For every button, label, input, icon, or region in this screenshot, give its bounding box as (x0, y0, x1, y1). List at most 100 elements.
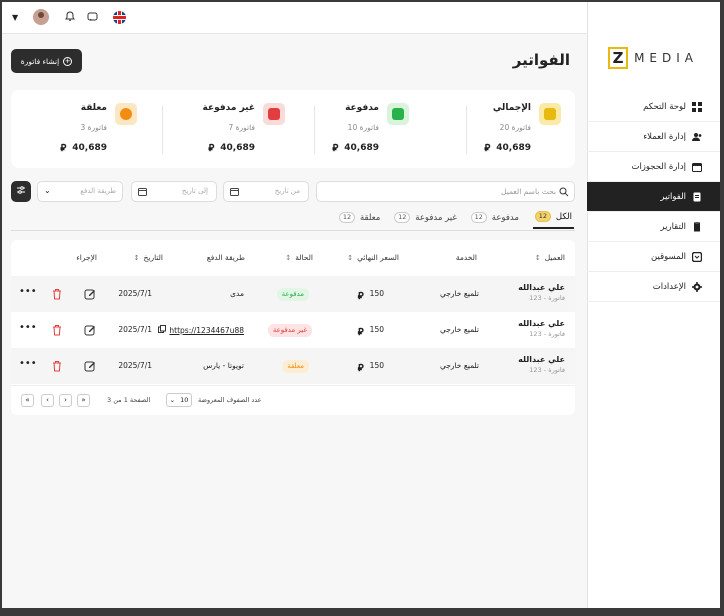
stat-total: الإجمالي 20 فاتورة ⃁ 40,689 (434, 90, 575, 168)
col-final-price[interactable]: السعر النهائي ↕ (347, 253, 399, 262)
stat-divider (314, 106, 315, 154)
paid-icon (387, 103, 409, 125)
sort-icon: ↕ (347, 253, 354, 262)
stat-amount: 40,689 (344, 142, 379, 153)
stats-card: الإجمالي 20 فاتورة ⃁ 40,689 مدفوعة 10 فات… (11, 90, 575, 168)
payment-link[interactable]: https://1234467u88 (169, 326, 244, 335)
next-page-button[interactable]: › (59, 394, 72, 407)
stat-subtitle: 20 فاتورة (499, 123, 531, 132)
from-date-placeholder: من تاريخ (274, 187, 300, 195)
search-placeholder: بحث باسم العميل (501, 187, 556, 196)
sidebar-item-dashboard[interactable]: لوحة التحكم (587, 92, 720, 122)
stat-title: الإجمالي (492, 103, 531, 113)
sidebar-item-label: الإعدادات (652, 281, 686, 292)
stat-value: ⃁ 40,689 (332, 141, 379, 155)
count-badge: 12 (394, 212, 411, 223)
from-date-field[interactable]: من تاريخ (223, 181, 309, 202)
sidebar-item-marketers[interactable]: المسوقين (587, 242, 720, 272)
copy-icon[interactable] (158, 325, 167, 335)
col-label: الحالة (295, 253, 313, 262)
table-row[interactable]: علي عبدالله فاتورة - 123 تلميع خارجي ⃁ 15… (11, 312, 575, 348)
to-date-placeholder: إلى تاريخ (181, 187, 208, 195)
chat-icon[interactable] (87, 11, 98, 25)
marketer-icon (691, 251, 703, 262)
delete-icon[interactable] (51, 324, 63, 336)
status-badge: غير مدفوعة (267, 324, 312, 337)
rows-per-page-value: 10 (180, 396, 189, 404)
price-value: 150 (369, 361, 384, 370)
top-bar: ▼ (2, 2, 587, 34)
sidebar-item-invoices[interactable]: الفواتير (587, 182, 720, 212)
invoice-number: فاتورة - 123 (529, 366, 565, 374)
edit-icon[interactable] (84, 324, 96, 336)
stat-title: غير مدفوعة (202, 103, 255, 113)
delete-icon[interactable] (51, 288, 63, 300)
price-cell: ⃁ 150 (358, 361, 384, 374)
avatar[interactable] (33, 9, 49, 25)
riyal-icon: ⃁ (484, 143, 491, 154)
table-row[interactable]: علي عبدالله فاتورة - 123 تلميع خارجي ⃁ 15… (11, 348, 575, 384)
payment-method-select[interactable]: طريقة الدفع ⌄ (37, 181, 123, 202)
delete-icon[interactable] (51, 360, 63, 372)
app-frame: ▼ Z MEDIA لوحة التحكم إدارة العملاء إدار… (2, 2, 720, 608)
sidebar-item-customers[interactable]: إدارة العملاء (587, 122, 720, 152)
more-icon[interactable]: ••• (19, 286, 37, 298)
pagination: « ‹ › » الصفحة 1 من 3 ⌄ 10 عدد الصفوف ال… (11, 385, 575, 411)
create-invoice-button[interactable]: إنشاء فاتورة + (11, 49, 82, 73)
language-flag-icon[interactable] (113, 11, 126, 24)
col-customer[interactable]: العميل ↕ (535, 253, 565, 262)
filter-button[interactable] (11, 181, 31, 202)
col-label: الخدمة (455, 253, 477, 262)
col-date[interactable]: التاريخ ↕ (134, 253, 163, 262)
table-row[interactable]: علي عبدالله فاتورة - 123 تلميع خارجي ⃁ 15… (11, 276, 575, 312)
prev-page-button[interactable]: ‹ (41, 394, 54, 407)
sidebar-item-label: إدارة العملاء (643, 131, 686, 142)
search-input[interactable]: بحث باسم العميل (316, 181, 575, 202)
sidebar-item-bookings[interactable]: إدارة الحجوزات (587, 152, 720, 182)
price-cell: ⃁ 150 (358, 325, 384, 338)
stat-divider (162, 106, 163, 154)
tab-label: معلقة (359, 212, 381, 223)
edit-icon[interactable] (84, 360, 96, 372)
tab-pending[interactable]: معلقة 12 (338, 211, 381, 229)
col-status[interactable]: الحالة ↕ (285, 253, 313, 262)
last-page-button[interactable]: » (77, 394, 90, 407)
first-page-button[interactable]: « (21, 394, 34, 407)
tab-all[interactable]: الكل 12 (532, 211, 574, 229)
customer-name: علي عبدالله (518, 355, 565, 364)
tab-unpaid[interactable]: غير مدفوعة 12 (394, 211, 457, 229)
chevron-down-icon[interactable]: ▼ (12, 13, 18, 22)
edit-icon[interactable] (84, 288, 96, 300)
customer-name: علي عبدالله (518, 283, 565, 292)
col-label: السعر النهائي (357, 253, 399, 262)
to-date-field[interactable]: إلى تاريخ (131, 181, 217, 202)
rows-per-page-label: عدد الصفوف المعروضة (198, 396, 262, 404)
stat-pending: معلقة 3 فاتورة ⃁ 40,689 (10, 90, 151, 168)
more-icon[interactable]: ••• (19, 322, 37, 334)
stat-unpaid: غير مدفوعة 7 فاتورة ⃁ 40,689 (158, 90, 299, 168)
unpaid-icon (263, 103, 285, 125)
sidebar-item-reports[interactable]: التقارير (587, 212, 720, 242)
rows-per-page-select[interactable]: ⌄ 10 (166, 393, 192, 407)
page-title: الفواتير (512, 51, 570, 69)
stat-divider (466, 106, 467, 154)
page-info: الصفحة 1 من 3 (107, 396, 151, 404)
sidebar-nav: لوحة التحكم إدارة العملاء إدارة الحجوزات… (587, 92, 720, 302)
customer-cell: علي عبدالله فاتورة - 123 (518, 283, 565, 302)
sort-icon: ↕ (534, 253, 541, 262)
sidebar: Z MEDIA لوحة التحكم إدارة العملاء إدارة … (587, 2, 720, 608)
col-service: الخدمة (456, 253, 477, 262)
plus-circle-icon: + (63, 56, 73, 66)
tab-label: غير مدفوعة (415, 212, 457, 223)
riyal-icon: ⃁ (357, 327, 364, 338)
count-badge: 12 (470, 212, 487, 223)
sidebar-item-settings[interactable]: الإعدادات (587, 272, 720, 302)
bell-icon[interactable] (65, 11, 75, 25)
more-icon[interactable]: ••• (19, 358, 37, 370)
tab-paid[interactable]: مدفوعة 12 (470, 211, 519, 229)
riyal-icon: ⃁ (357, 363, 364, 374)
price-cell: ⃁ 150 (358, 289, 384, 302)
invoices-table: العميل ↕ الخدمة السعر النهائي ↕ الحالة ↕ طر… (11, 240, 575, 415)
search-icon (559, 187, 569, 200)
riyal-icon: ⃁ (332, 143, 339, 154)
